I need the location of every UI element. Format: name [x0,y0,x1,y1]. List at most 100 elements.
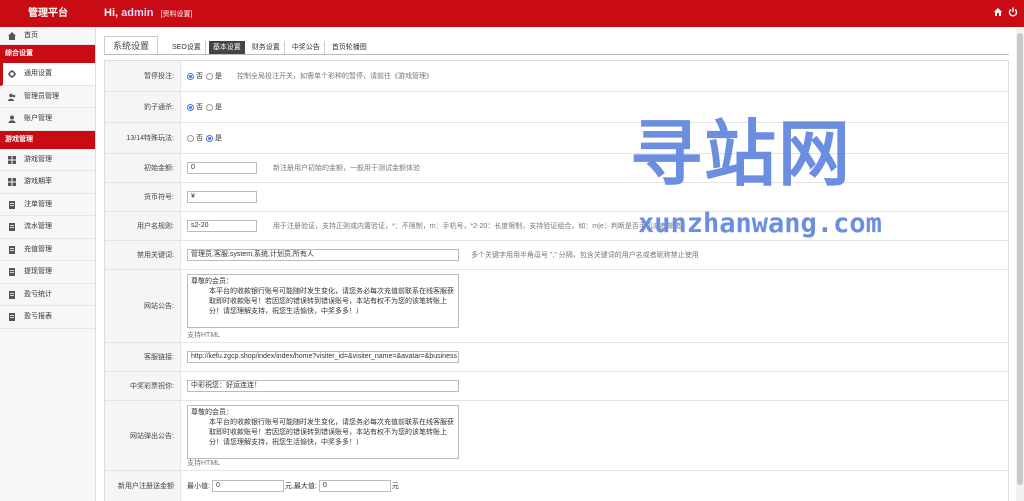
document-icon [9,313,15,321]
vertical-scrollbar[interactable] [1016,27,1024,501]
profile-settings-link[interactable]: [资料设置] [161,11,193,18]
field-label: 中奖彩票祝你: [105,372,181,400]
sidebar-item-label: 首页 [24,32,38,39]
leopard-no-radio[interactable]: 否 [187,102,203,112]
special-no-radio[interactable]: 否 [187,133,203,143]
radio-label: 否 [196,104,203,111]
document-icon [9,200,15,209]
special-yes-radio[interactable]: 是 [206,133,222,143]
tab-system-settings[interactable]: 系统设置 [104,36,159,54]
sidebar-item-general-settings[interactable]: 通用设置 [0,63,95,86]
field-label: 用户名规则: [105,212,181,240]
radio-label: 是 [215,73,222,80]
sidebar-item-home[interactable]: 首页 [0,27,95,45]
bonus-min-label: 最小值: [187,483,210,490]
user-icon [8,115,16,123]
grid-icon [8,155,16,164]
pause-bet-yes-radio[interactable]: 是 [206,71,222,81]
popup-notice-textarea[interactable]: 尊敬的会员： 本平台的收款银行账号可能随时发生变化，请您务必每次充值前联系在线客… [187,405,459,459]
greet-prefix: Hi, [104,7,119,19]
document-icon [9,245,15,254]
sidebar-item-bet-manage[interactable]: 注单管理 [0,194,95,216]
sidebar-item-label: 游戏期率 [24,178,52,185]
top-icons [993,7,1018,17]
sidebar-item-game-rate[interactable]: 游戏期率 [0,171,95,194]
field-label: 禁用关键词: [105,241,181,269]
brand-title: 管理平台 [28,8,68,19]
power-icon[interactable] [1008,7,1018,17]
sidebar-item-label: 通用设置 [24,70,52,77]
win-wish-input[interactable]: 中彩祝您：好运连连！ [187,380,459,392]
radio-label: 否 [196,73,203,80]
bonus-min-input[interactable]: 0 [211,480,284,492]
radio-label: 是 [215,135,222,142]
top-bar: 管理平台 Hi, admin [资料设置] [0,0,1024,27]
sidebar-item-label: 提现管理 [24,268,52,275]
document-icon [9,223,15,231]
user-name[interactable]: admin [121,7,153,19]
notice-line: 本平台的收款银行账号可能随时发生变化，请您务必每次充值前联系在线客服获取即时收款… [209,288,454,315]
document-icon [9,290,15,299]
bonus-max-label: 元,最大值: [284,483,317,490]
pause-bet-no-radio[interactable]: 否 [187,71,203,81]
html-support-note: 支持HTML [187,332,221,339]
sidebar-item-admin-manage[interactable]: 管理员管理 [0,86,95,108]
init-amount-input[interactable]: 0 [187,162,257,174]
currency-input[interactable]: ¥ [187,191,257,203]
home-icon[interactable] [993,7,1003,17]
sidebar-section-game: 游戏管理 [0,130,95,149]
sidebar: 首页 综合设置 通用设置 管理员管理 账户管理 游戏管理 游戏管理 游戏期率 注… [0,27,96,501]
tab-home-carousel[interactable]: 首页轮播图 [328,41,371,54]
main-content: 系统设置 SEO设置 基本设置 财务设置 中奖公告 首页轮播图 暂停投注: 否 … [96,27,1024,501]
tab-basic-settings[interactable]: 基本设置 [208,41,245,54]
notice-line: 尊敬的会员： [191,409,233,416]
grid-icon [8,178,16,186]
sidebar-item-recharge-manage[interactable]: 充值管理 [0,239,95,261]
site-notice-textarea[interactable]: 尊敬的会员： 本平台的收款银行账号可能随时发生变化，请您务必每次充值前联系在线客… [187,274,459,328]
document-icon [9,268,15,276]
radio-dot [206,134,213,142]
username-rule-input[interactable]: s2-20 [187,220,257,232]
sidebar-item-label: 游戏管理 [24,155,52,163]
sidebar-item-label: 流水管理 [24,223,52,230]
tab-seo-settings[interactable]: SEO设置 [168,41,206,54]
leopard-yes-radio[interactable]: 是 [206,102,222,112]
sidebar-item-label: 盈亏报表 [24,313,52,320]
row-register-bonus: 新用户注册送金额 最小值: 0 元,最大值: 0 元 [105,471,1008,501]
field-label: 新用户注册送金额 [105,471,181,501]
sidebar-item-profit-report[interactable]: 盈亏报表 [0,306,95,329]
sidebar-item-flow-manage[interactable]: 流水管理 [0,216,95,239]
tab-bar: 系统设置 SEO设置 基本设置 财务设置 中奖公告 首页轮播图 [104,36,1009,55]
radio-dot [187,72,194,80]
gear-icon [8,70,16,78]
row-popup-notice: 网站弹出公告: 尊敬的会员： 本平台的收款银行账号可能随时发生变化，请您务必每次… [105,401,1008,471]
row-special-13-14: 13/14特殊玩法: 否 是 [105,123,1008,154]
field-label: 13/14特殊玩法: [105,123,181,153]
field-label: 豹子通杀: [105,92,181,122]
sidebar-item-label: 注单管理 [24,200,52,208]
sidebar-item-profit-stats[interactable]: 盈亏统计 [0,284,95,306]
forbidden-words-hint: 多个关键字用用半角逗号 "," 分隔，包含关键词的用户名或者昵称禁止使用 [471,252,699,259]
notice-line: 尊敬的会员： [191,278,233,285]
field-label: 货币符号: [105,183,181,211]
sidebar-item-withdraw-manage[interactable]: 提现管理 [0,261,95,284]
scrollbar-thumb[interactable] [1017,33,1023,485]
forbidden-words-input[interactable]: 管理员,客服,system,系统,计划员,所有人 [187,249,459,261]
sidebar-item-game-manage[interactable]: 游戏管理 [0,149,95,171]
notice-line: 本平台的收款银行账号可能随时发生变化，请您务必每次充值前联系在线客服获取即时收款… [209,419,454,446]
username-rule-hint: 用于注册验证，支持正则或内置验证，*：不限制，m：手机号，*2-20：长度限制，… [273,223,681,230]
sidebar-item-label: 账户管理 [24,115,52,122]
tab-finance-settings[interactable]: 财务设置 [248,41,285,54]
tab-win-notice[interactable]: 中奖公告 [288,41,325,54]
row-currency: 货币符号: ¥ [105,183,1008,212]
sidebar-item-account-manage[interactable]: 账户管理 [0,108,95,131]
sidebar-section-general: 综合设置 [0,45,95,63]
radio-dot [187,103,194,111]
row-pause-bet: 暂停投注: 否 是 控制全局投注开关，如需单个彩种的暂停，请前往《游戏管理》 [105,61,1008,92]
service-link-input[interactable]: http://kefu.zgcp.shop/index/index/home?v… [187,351,459,363]
pause-bet-hint: 控制全局投注开关，如需单个彩种的暂停，请前往《游戏管理》 [237,73,433,80]
bonus-max-input[interactable]: 0 [318,480,391,492]
radio-dot [206,103,213,111]
row-username-rule: 用户名规则: s2-20 用于注册验证，支持正则或内置验证，*：不限制，m：手机… [105,212,1008,241]
html-support-note: 支持HTML [187,460,221,467]
